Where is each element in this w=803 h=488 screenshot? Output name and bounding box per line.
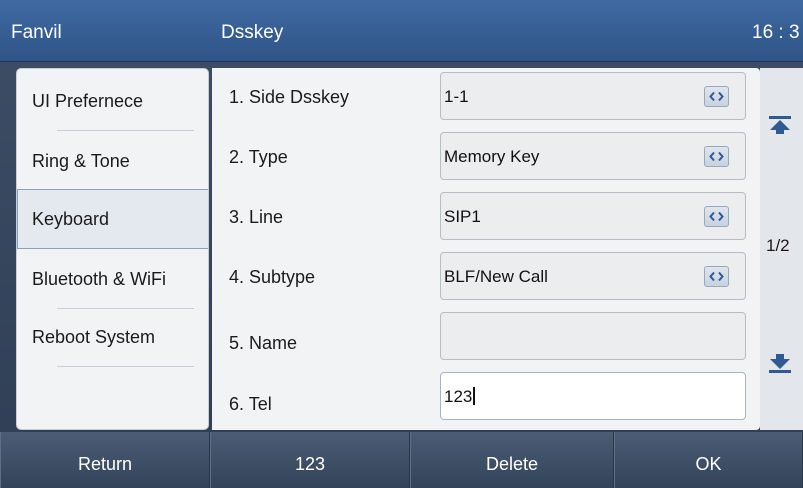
softkey-label: OK — [695, 454, 722, 474]
name-input[interactable] — [440, 312, 746, 360]
field-label: 6. Tel — [229, 394, 272, 414]
menu-item-ring-tone[interactable]: Ring & Tone — [17, 131, 208, 191]
scroll-top-icon[interactable] — [766, 112, 794, 138]
settings-menu: UI Prefernece Ring & Tone Keyboard Bluet… — [16, 68, 209, 430]
switch-option-icon[interactable] — [704, 86, 729, 107]
ok-button[interactable]: OK — [614, 432, 803, 488]
subtype-select[interactable]: BLF/New Call — [440, 252, 746, 300]
field-value: 1-1 — [444, 87, 469, 106]
field-label: 4. Subtype — [229, 267, 316, 287]
page-title: Dsskey — [221, 22, 284, 43]
brand-label: Fanvil — [11, 22, 62, 43]
softkey-label: Return — [77, 454, 133, 474]
field-value: BLF/New Call — [444, 267, 548, 286]
form-row-tel: 6. Tel 123 — [212, 368, 760, 428]
softkey-label: Delete — [485, 454, 539, 474]
page-indicator: 1/2 — [766, 236, 790, 255]
side-dsskey-select[interactable]: 1-1 — [440, 72, 746, 120]
input-method-button[interactable]: 123 — [210, 432, 410, 488]
softkey-label: 123 — [294, 454, 326, 474]
text-cursor — [473, 387, 476, 405]
page-scroller: 1/2 — [760, 68, 803, 430]
field-value: 123 — [444, 387, 476, 407]
field-label: 1. Side Dsskey — [229, 87, 350, 107]
menu-item-reboot-system[interactable]: Reboot System — [17, 307, 208, 367]
switch-option-icon[interactable] — [704, 206, 729, 227]
clock: 16 : 3 — [752, 22, 800, 43]
title-bar: Fanvil Dsskey 16 : 3 — [0, 0, 803, 62]
delete-button[interactable]: Delete — [410, 432, 614, 488]
form-row-subtype: 4. Subtype BLF/New Call — [212, 248, 760, 308]
switch-option-icon[interactable] — [704, 266, 729, 287]
menu-item-label: UI Prefernece — [32, 91, 144, 111]
field-value: SIP1 — [444, 207, 481, 226]
form-row-type: 2. Type Memory Key — [212, 128, 760, 188]
menu-item-ui-preference[interactable]: UI Prefernece — [17, 71, 208, 131]
field-value: Memory Key — [444, 147, 540, 166]
menu-divider — [57, 366, 194, 367]
dsskey-form: 1. Side Dsskey 1-1 2. Type Memory Key 3.… — [212, 68, 760, 430]
menu-item-label: Reboot System — [32, 327, 156, 347]
return-button[interactable]: Return — [0, 432, 210, 488]
tel-input[interactable]: 123 — [440, 372, 746, 420]
type-select[interactable]: Memory Key — [440, 132, 746, 180]
menu-item-label: Ring & Tone — [32, 151, 130, 171]
switch-option-icon[interactable] — [704, 146, 729, 167]
line-select[interactable]: SIP1 — [440, 192, 746, 240]
field-label: 5. Name — [229, 333, 298, 353]
form-row-line: 3. Line SIP1 — [212, 188, 760, 248]
field-label: 2. Type — [229, 147, 288, 167]
menu-item-keyboard[interactable]: Keyboard — [17, 189, 208, 249]
tel-value: 123 — [444, 387, 473, 406]
menu-item-label: Keyboard — [32, 209, 110, 229]
scroll-bottom-icon[interactable] — [766, 350, 794, 376]
menu-item-label: Bluetooth & WiFi — [32, 269, 167, 289]
softkey-bar: Return 123 Delete OK — [0, 432, 803, 488]
field-label: 3. Line — [229, 207, 284, 227]
menu-item-bluetooth-wifi[interactable]: Bluetooth & WiFi — [17, 249, 208, 309]
form-row-name: 5. Name — [212, 308, 760, 368]
form-row-side-dsskey: 1. Side Dsskey 1-1 — [212, 68, 760, 128]
